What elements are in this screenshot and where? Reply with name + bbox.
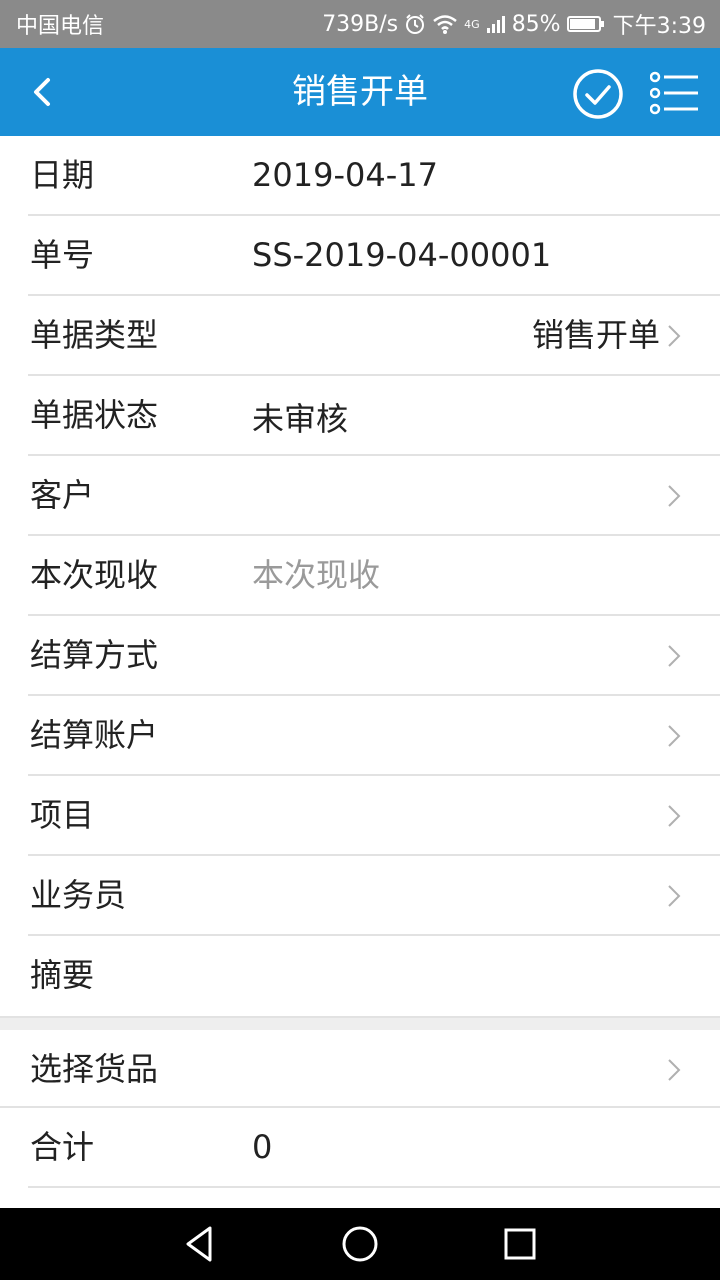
total-label: 合计 bbox=[30, 1128, 95, 1166]
received-row[interactable]: 本次现收 本次现收 bbox=[28, 536, 720, 616]
doc-type-value: 销售开单 bbox=[531, 316, 660, 354]
battery-fill bbox=[569, 19, 596, 29]
alarm-icon bbox=[406, 14, 425, 34]
chevron-right-icon bbox=[668, 1059, 681, 1081]
section-divider bbox=[0, 1016, 720, 1030]
wifi-icon bbox=[433, 15, 457, 34]
back-icon[interactable] bbox=[22, 70, 66, 114]
doc-status-value: 未审核 bbox=[252, 400, 349, 438]
customer-label: 客户 bbox=[30, 476, 95, 514]
received-input[interactable]: 本次现收 bbox=[252, 536, 380, 614]
select-goods-row[interactable]: 选择货品 bbox=[0, 1030, 720, 1108]
total-value: 0 bbox=[252, 1128, 273, 1166]
status-bar: 中国电信 739B/s 4G 85% 下午3:39 bbox=[0, 0, 720, 48]
date-row[interactable]: 日期 2019-04-17 bbox=[28, 136, 720, 216]
doc-status-row: 单据状态 未审核 bbox=[28, 376, 720, 456]
salesperson-label: 业务员 bbox=[30, 876, 127, 914]
chevron-right-icon bbox=[668, 485, 681, 507]
chevron-right-icon bbox=[668, 805, 681, 827]
salesperson-row[interactable]: 业务员 bbox=[28, 856, 720, 936]
settle-account-label: 结算账户 bbox=[30, 716, 159, 754]
recents-square-icon[interactable] bbox=[500, 1224, 540, 1264]
date-value[interactable]: 2019-04-17 bbox=[252, 136, 438, 214]
doc-type-label: 单据类型 bbox=[30, 316, 159, 354]
chevron-right-icon bbox=[668, 885, 681, 907]
doc-status-label: 单据状态 bbox=[30, 396, 159, 434]
back-triangle-icon[interactable] bbox=[180, 1224, 220, 1264]
project-label: 项目 bbox=[30, 796, 95, 834]
home-circle-icon[interactable] bbox=[340, 1224, 380, 1264]
chevron-right-icon bbox=[668, 725, 681, 747]
carrier-name: 中国电信 bbox=[16, 14, 105, 39]
battery-percent: 85% bbox=[511, 11, 561, 37]
total-row: 合计 0 bbox=[28, 1108, 720, 1188]
number-value: SS-2019-04-00001 bbox=[252, 236, 552, 274]
network-type: 4G bbox=[464, 17, 480, 31]
settle-method-row[interactable]: 结算方式 bbox=[28, 616, 720, 696]
app-bar: 销售开单 bbox=[0, 48, 720, 136]
sales-order-form: 日期 2019-04-17 单号 SS-2019-04-00001 单据类型 销… bbox=[0, 136, 720, 1188]
number-row: 单号 SS-2019-04-00001 bbox=[28, 216, 720, 296]
summary-row[interactable]: 摘要 bbox=[28, 936, 720, 1016]
status-right: 739B/s 4G 85% 下午3:39 bbox=[322, 8, 706, 40]
settle-method-label: 结算方式 bbox=[30, 636, 159, 674]
project-row[interactable]: 项目 bbox=[28, 776, 720, 856]
customer-row[interactable]: 客户 bbox=[28, 456, 720, 536]
network-speed: 739B/s bbox=[322, 11, 399, 37]
chevron-right-icon bbox=[668, 645, 681, 667]
clock: 下午3:39 bbox=[612, 14, 706, 39]
chevron-right-icon bbox=[668, 325, 681, 347]
summary-label: 摘要 bbox=[30, 956, 95, 994]
battery-icon bbox=[566, 16, 604, 32]
number-label: 单号 bbox=[30, 236, 95, 274]
date-label: 日期 bbox=[30, 156, 95, 194]
signal-icon bbox=[486, 16, 505, 33]
received-label: 本次现收 bbox=[30, 556, 159, 594]
doc-type-row[interactable]: 单据类型 销售开单 bbox=[28, 296, 720, 376]
select-goods-label: 选择货品 bbox=[30, 1050, 159, 1088]
list-menu-icon[interactable] bbox=[650, 70, 700, 116]
system-nav-bar bbox=[0, 1208, 720, 1280]
confirm-check-icon[interactable] bbox=[572, 68, 624, 120]
settle-account-row[interactable]: 结算账户 bbox=[28, 696, 720, 776]
